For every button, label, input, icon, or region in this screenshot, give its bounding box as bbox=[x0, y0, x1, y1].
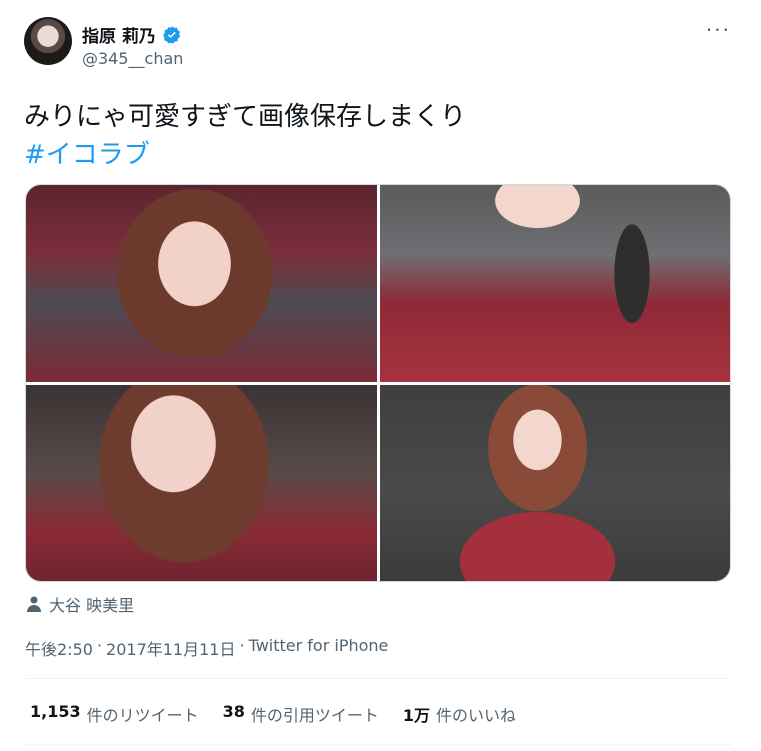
media-grid bbox=[25, 184, 731, 582]
tagged-person[interactable]: 大谷 映美里 bbox=[27, 592, 134, 616]
retweets-stat[interactable]: 1,153 件のリツイート bbox=[30, 702, 199, 726]
retweets-label: 件のリツイート bbox=[86, 706, 199, 725]
tweet-stats: 1,153 件のリツイート 38 件の引用ツイート 1万 件のいいね bbox=[30, 702, 516, 726]
retweets-count: 1,153 bbox=[30, 702, 81, 721]
tweet-source[interactable]: Twitter for iPhone bbox=[249, 636, 389, 660]
author-name-row: 指原 莉乃 bbox=[82, 22, 182, 47]
more-options-icon[interactable]: ··· bbox=[706, 20, 731, 40]
likes-stat[interactable]: 1万 件のいいね bbox=[403, 702, 516, 726]
tweet-time[interactable]: 午後2:50 bbox=[25, 636, 93, 660]
photo-2[interactable] bbox=[379, 185, 730, 382]
tweet-date[interactable]: 2017年11月11日 bbox=[106, 636, 235, 660]
quotes-label: 件の引用ツイート bbox=[250, 706, 379, 725]
hashtag-link[interactable]: #イコラブ bbox=[24, 136, 466, 174]
meta-separator: · bbox=[239, 636, 245, 655]
author-display-name[interactable]: 指原 莉乃 bbox=[82, 22, 156, 47]
quotes-count: 38 bbox=[222, 702, 245, 721]
meta-separator: · bbox=[96, 636, 103, 655]
tweet-meta: 午後2:50 · 2017年11月11日 · Twitter for iPhon… bbox=[25, 636, 388, 660]
tweet-text: みりにゃ可愛すぎて画像保存しまくり #イコラブ bbox=[24, 98, 466, 174]
photo-3[interactable] bbox=[26, 384, 377, 581]
tagged-person-name: 大谷 映美里 bbox=[49, 596, 135, 615]
quotes-stat[interactable]: 38 件の引用ツイート bbox=[223, 702, 379, 726]
photo-1[interactable] bbox=[26, 185, 377, 382]
tweet-body: みりにゃ可愛すぎて画像保存しまくり bbox=[24, 102, 467, 132]
likes-count: 1万 bbox=[402, 706, 431, 725]
divider bbox=[25, 678, 731, 679]
divider bbox=[25, 744, 731, 745]
verified-badge-icon bbox=[163, 25, 181, 44]
person-tag-icon bbox=[27, 596, 41, 612]
likes-label: 件のいいね bbox=[436, 706, 517, 725]
author-handle[interactable]: @345__chan bbox=[82, 49, 183, 68]
photo-4[interactable] bbox=[379, 384, 730, 581]
avatar[interactable] bbox=[24, 17, 72, 65]
